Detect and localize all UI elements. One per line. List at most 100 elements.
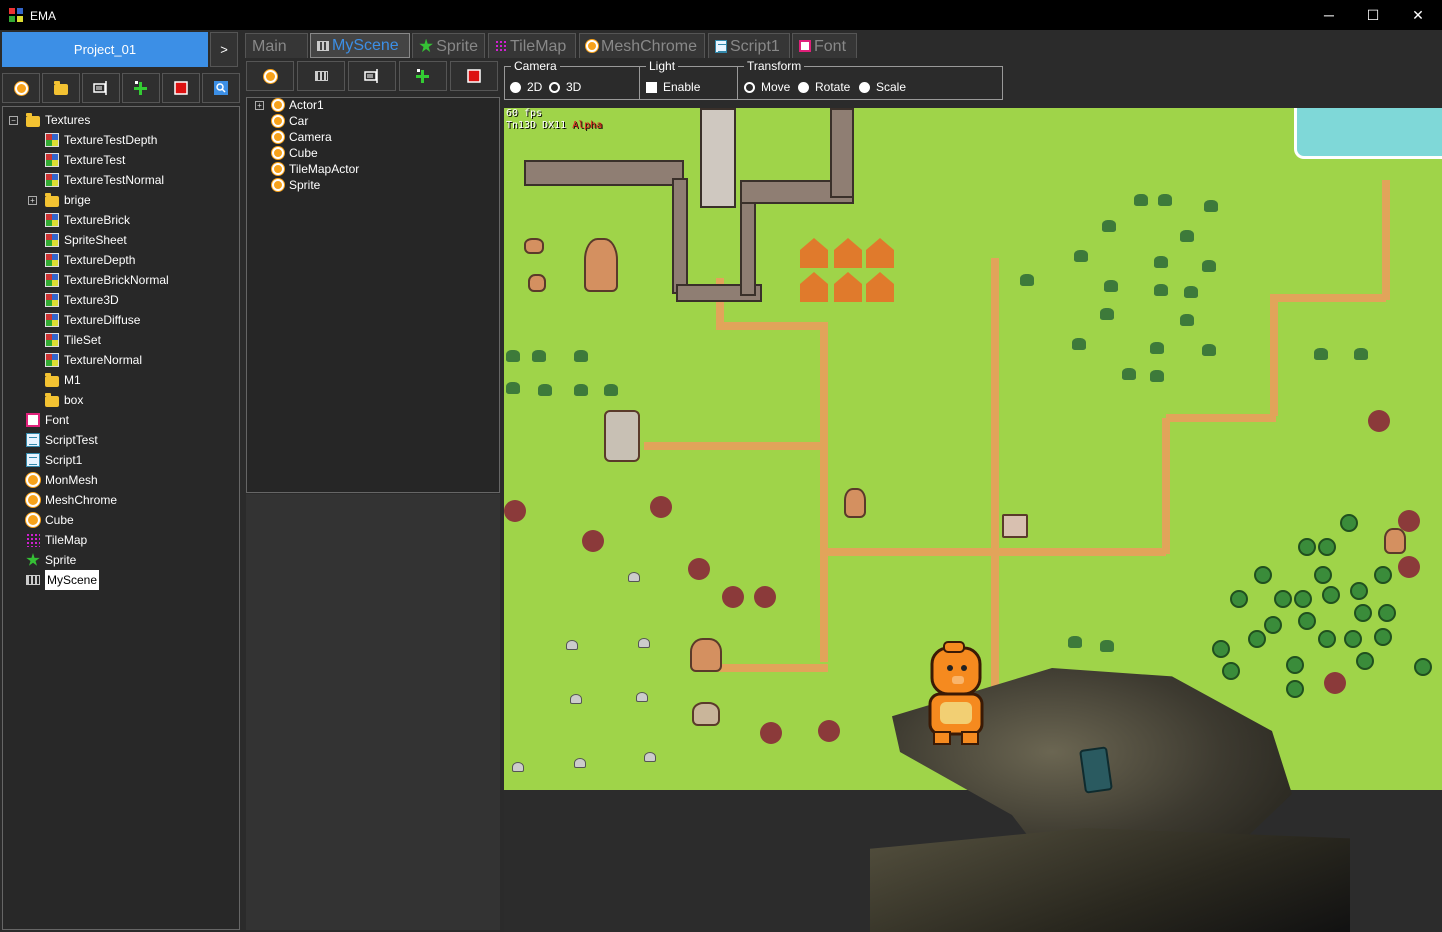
camera-2d-radio[interactable]: 2D [510,80,542,94]
light-enable-checkbox[interactable]: Enable [646,80,700,94]
collapse-icon[interactable]: − [9,116,18,125]
tab-myscene[interactable]: MyScene [310,33,410,58]
scene-clapper-button[interactable] [297,61,345,91]
folder-icon [54,80,68,95]
tab-script1[interactable]: Script1 [708,33,790,58]
tree-item[interactable]: TextureTest [45,150,125,170]
tree-item[interactable]: TextureTestNormal [45,170,164,190]
close-button[interactable]: ✕ [1395,0,1441,30]
tab-main[interactable]: Main [245,33,308,58]
tree-item-label: TextureBrick [64,213,131,227]
title-bar [0,0,1442,30]
texture-icon [45,353,59,367]
tree-item-label: Font [45,413,70,427]
tree-item[interactable]: TextureBrick [45,210,130,230]
tree-item[interactable]: TextureDepth [45,250,135,270]
tree-item[interactable]: M1 [45,370,81,390]
rename-icon [93,81,107,95]
add-item-button[interactable] [122,73,160,103]
tab-label: Font [814,37,847,55]
tree-item[interactable]: TextureBrickNormal [45,270,169,290]
tree-item[interactable]: TileSet [45,330,101,350]
tree-item-label: MyScene [45,570,100,590]
scene-tree-item[interactable]: TileMapActor [272,161,359,177]
tree-item[interactable]: Cube [26,510,74,530]
script-icon [26,453,40,467]
scene-tree-item[interactable]: Camera [272,129,332,145]
tree-item[interactable]: Script1 [26,450,82,470]
expand-icon[interactable]: + [28,196,37,205]
scene-delete-button[interactable] [450,61,498,91]
tree-item[interactable]: box [45,390,83,410]
scene-add-actor-button[interactable] [246,61,294,91]
tree-item-label: Textures [45,113,91,127]
tree-item[interactable]: Font [26,410,69,430]
scene-tree-item[interactable]: Cube [272,145,318,161]
delete-button[interactable] [162,73,200,103]
transform-rotate-radio[interactable]: Rotate [798,80,850,94]
tree-item[interactable]: SpriteSheet [45,230,127,250]
search-button[interactable] [202,73,240,103]
alpha-info: Alpha [572,120,603,131]
project-button[interactable]: Project_01 [2,32,208,67]
scene-tree-item[interactable]: Sprite [272,177,320,193]
tab-label: MeshChrome [601,37,698,55]
tree-item[interactable]: TextureDiffuse [45,310,140,330]
properties-panel [246,494,500,930]
tree-item[interactable]: Texture3D [45,290,119,310]
tree-item-label: Texture3D [64,293,119,307]
mesh-icon [26,473,40,487]
tree-item-label: MeshChrome [45,493,118,507]
tree-item-label: TileSet [64,333,101,347]
transform-group-title: Transform [744,59,805,73]
tree-item[interactable]: TextureTestDepth [45,130,157,150]
minimize-button[interactable]: ─ [1306,0,1352,30]
camera-3d-radio[interactable]: 3D [549,80,581,94]
add-actor-icon [263,69,277,83]
tab-font[interactable]: Font [792,33,857,58]
add-actor-button[interactable] [2,73,40,103]
radio-icon [744,81,755,93]
tree-item[interactable]: MonMesh [26,470,98,490]
tree-item[interactable]: ScriptTest [26,430,98,450]
tab-tilemap[interactable]: TileMap [488,33,576,58]
tree-item[interactable]: Sprite [26,550,76,570]
scene-tree-item[interactable]: + Actor1 [255,97,324,113]
add-folder-button[interactable] [42,73,80,103]
tab-label: TileMap [510,37,567,55]
tree-item-label: TextureTestDepth [64,133,158,147]
project-next-button[interactable]: > [210,32,238,67]
mesh-icon [26,493,40,507]
transform-move-radio[interactable]: Move [744,80,790,94]
car-model [1079,746,1113,794]
texture-icon [45,213,59,227]
rename-button[interactable] [82,73,120,103]
tree-item[interactable]: MyScene [26,570,100,590]
tree-item-label: box [64,393,84,407]
tree-item[interactable]: + brige [28,190,91,210]
sprite-icon [419,38,433,53]
scene-tree-item[interactable]: Car [272,113,308,129]
actor-icon [272,179,284,191]
tree-item[interactable]: TextureNormal [45,350,142,370]
scene-viewport[interactable]: 60 fps Tn13D DX11 Alpha [504,108,1442,932]
tree-item[interactable]: − Textures [9,110,91,130]
radio-icon [798,81,809,93]
light-group-title: Light [646,59,679,73]
renderer-info: Tn13D DX11 [506,120,567,131]
tree-item-label: TextureDiffuse [64,313,141,327]
tree-item[interactable]: MeshChrome [26,490,117,510]
maximize-button[interactable]: ☐ [1350,0,1396,30]
actor-icon [272,115,284,127]
tree-item[interactable]: TileMap [26,530,87,550]
expand-icon[interactable]: + [255,101,264,110]
scene-rename-button[interactable] [348,61,396,91]
tab-meshchrome[interactable]: MeshChrome [579,33,705,58]
tree-item-label: Cube [45,513,74,527]
tab-sprite[interactable]: Sprite [412,33,485,58]
scene-add-button[interactable] [399,61,447,91]
transform-scale-radio[interactable]: Scale [859,80,906,94]
tree-item-label: Script1 [45,453,83,467]
tree-item-label: M1 [64,373,81,387]
actor-icon [272,99,284,111]
